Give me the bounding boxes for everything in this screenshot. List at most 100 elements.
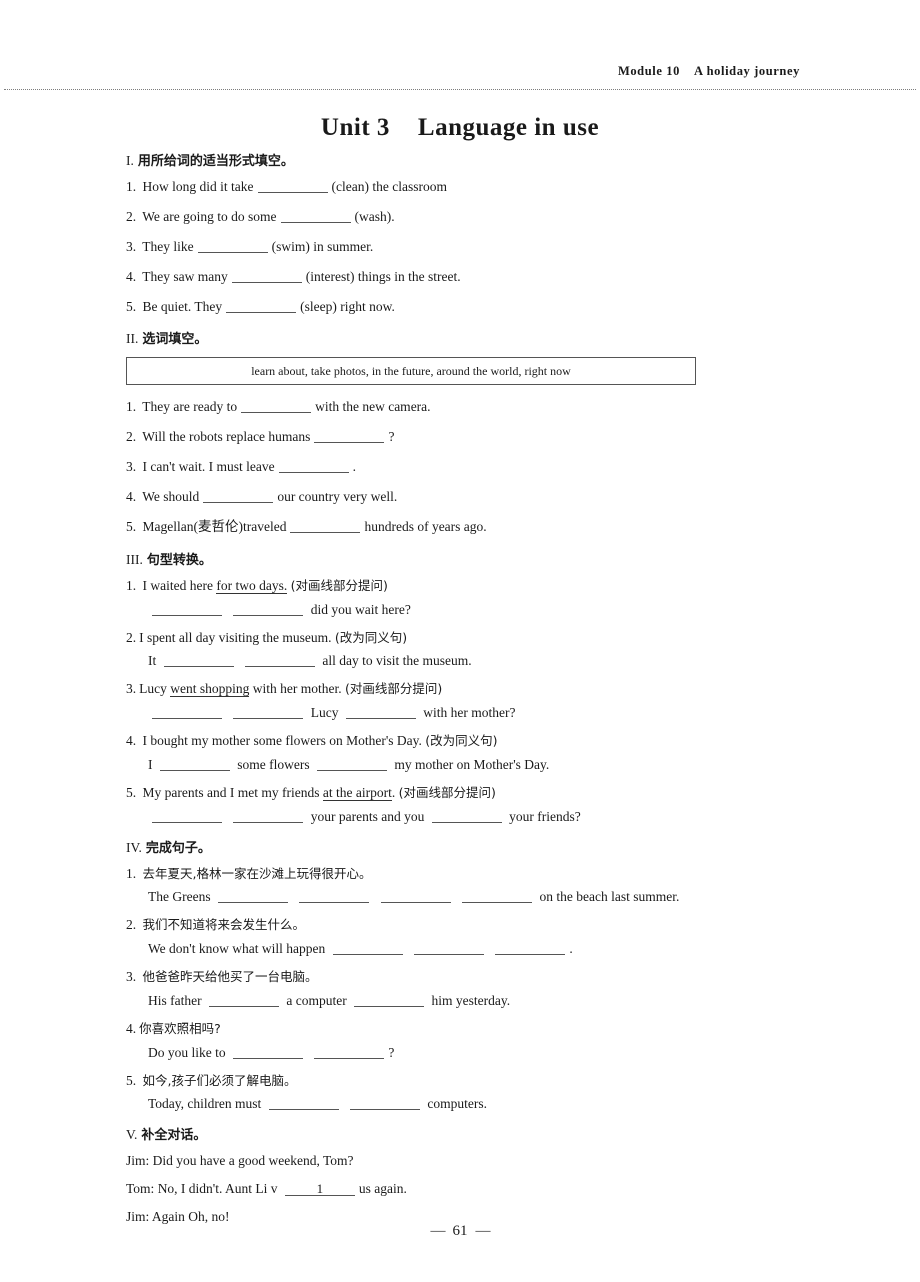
blank-field[interactable] xyxy=(354,993,425,1007)
item-number: 1. xyxy=(126,399,137,415)
item-text-pre: We should xyxy=(142,489,200,504)
section-heading-1: I. 用所给词的适当形式填空。 xyxy=(126,150,826,169)
question-item: 3. 他爸爸昨天给他买了一台电脑。 xyxy=(126,969,826,986)
answer-line: We don't know what will happen . xyxy=(148,941,826,958)
blank-field[interactable] xyxy=(233,602,304,616)
blank-field[interactable] xyxy=(278,459,349,474)
item-number: 1. xyxy=(126,577,137,593)
item-note: (对画线部分提问) xyxy=(398,784,496,800)
blank-field[interactable] xyxy=(332,941,403,956)
dialogue-speaker: Tom: xyxy=(126,1181,155,1197)
item-text-post: . xyxy=(352,459,357,475)
section-label-5: 补全对话。 xyxy=(141,1128,207,1144)
question-item: 1. I waited here for two days. (对画线部分提问) xyxy=(126,577,826,595)
dialogue-text: Did you have a good weekend, Tom? xyxy=(152,1153,354,1169)
blank-field[interactable] xyxy=(197,239,268,253)
blank-field[interactable] xyxy=(233,809,304,823)
item-number: 5. xyxy=(126,298,137,314)
answer-text-post: him yesterday. xyxy=(431,992,511,1008)
section-numeral-1: I. xyxy=(126,153,134,168)
answer-line: Do you like to ? xyxy=(148,1045,826,1062)
unit-number: Unit 3 xyxy=(320,114,390,141)
blank-field[interactable] xyxy=(268,1097,339,1111)
question-item: 1. 去年夏天,格林一家在沙滩上玩得很开心。 xyxy=(126,866,826,883)
blank-field[interactable] xyxy=(163,654,234,668)
page-folio: — 61 — xyxy=(0,1223,920,1240)
answer-line: Lucy with her mother? xyxy=(148,705,826,722)
section-heading-2: II. 选词填空。 xyxy=(126,328,826,347)
blank-field[interactable] xyxy=(233,1045,303,1059)
blank-field[interactable] xyxy=(203,489,274,503)
blank-field[interactable] xyxy=(314,1045,385,1059)
blank-field[interactable] xyxy=(226,299,297,313)
folio-page-number: 61 xyxy=(452,1223,468,1239)
section-numeral-2: II. xyxy=(126,331,139,347)
section-label-1: 用所给词的适当形式填空。 xyxy=(137,154,294,169)
blank-field[interactable] xyxy=(233,705,304,720)
blank-field[interactable] xyxy=(257,179,328,193)
blank-field[interactable] xyxy=(345,705,416,720)
answer-text-mid: your parents and you xyxy=(310,808,425,824)
question-item: 2. I spent all day visiting the museum. (… xyxy=(126,630,826,647)
answer-text-mid: some flowers xyxy=(237,756,310,772)
blank-field[interactable] xyxy=(159,757,230,771)
dialogue-text-pre: No, I didn't. Aunt Li v xyxy=(157,1181,278,1197)
folio-dash-left: — xyxy=(430,1223,446,1239)
section-label-4: 完成句子。 xyxy=(145,840,211,856)
item-note: (改为同义句) xyxy=(425,733,498,748)
blank-field[interactable] xyxy=(208,993,279,1007)
answer-line: did you wait here? xyxy=(148,602,826,619)
dialogue-text: Again Oh, no! xyxy=(151,1209,230,1225)
answer-text-post: with her mother? xyxy=(423,705,516,721)
question-item: 4. We should our country very well. xyxy=(126,489,826,506)
section-heading-3: III. 句型转换。 xyxy=(126,549,826,568)
section-numeral-5: V. xyxy=(126,1127,138,1143)
blank-field[interactable] xyxy=(290,519,361,533)
blank-field[interactable] xyxy=(152,705,222,720)
blank-field-numbered[interactable]: 1 xyxy=(284,1182,355,1197)
blank-field[interactable] xyxy=(350,1097,421,1111)
question-item: 2. We are going to do some (wash). xyxy=(126,209,826,226)
question-item: 4. 你喜欢照相吗? xyxy=(126,1021,826,1038)
question-item: 4. I bought my mother some flowers on Mo… xyxy=(126,733,826,750)
item-number: 4. xyxy=(126,268,137,284)
item-text-post: (sleep) right now. xyxy=(300,298,395,314)
blank-field[interactable] xyxy=(241,400,312,414)
item-text-pre: I bought my mother some flowers on Mothe… xyxy=(142,733,422,748)
blank-field[interactable] xyxy=(231,269,302,283)
section-label-2: 选词填空。 xyxy=(142,332,208,348)
question-item: 2. Will the robots replace humans? xyxy=(126,429,826,446)
answer-text-post: computers. xyxy=(427,1096,488,1112)
question-item: 5. 如今,孩子们必须了解电脑。 xyxy=(126,1073,826,1090)
blank-field[interactable] xyxy=(413,941,484,956)
unit-title: Language in use xyxy=(417,114,600,141)
blank-field[interactable] xyxy=(431,809,502,823)
answer-line: His father a computer him yesterday. xyxy=(148,993,826,1010)
blank-field[interactable] xyxy=(245,654,315,668)
blank-field[interactable] xyxy=(314,429,385,444)
item-text-pre: Will the robots replace humans xyxy=(142,429,311,445)
blank-field[interactable] xyxy=(299,890,370,904)
blank-field[interactable] xyxy=(462,890,533,904)
folio-dash-right: — xyxy=(475,1223,491,1239)
item-text-tail: . xyxy=(391,784,396,800)
blank-field[interactable] xyxy=(380,890,451,904)
section-heading-5: V. 补全对话。 xyxy=(126,1124,826,1143)
item-text-pre: Be quiet. They xyxy=(142,298,223,314)
blank-field[interactable] xyxy=(217,890,288,904)
item-number: 5. xyxy=(126,1072,137,1088)
question-item: 5. Magellan(麦哲伦)traveled hundreds of year… xyxy=(126,519,826,536)
answer-text-post: on the beach last summer. xyxy=(539,889,680,905)
blank-field[interactable] xyxy=(280,209,351,223)
answer-text-pre: It xyxy=(148,653,157,669)
item-number: 2. xyxy=(126,917,137,933)
blank-field[interactable] xyxy=(316,757,387,771)
blank-field[interactable] xyxy=(495,941,566,956)
item-text-pre: They saw many xyxy=(142,268,228,284)
dialogue-speaker: Jim: xyxy=(126,1153,150,1169)
item-text-pre: We are going to do some xyxy=(142,208,277,224)
section-heading-4: IV. 完成句子。 xyxy=(126,837,826,856)
blank-field[interactable] xyxy=(152,809,222,823)
section-numeral-3: III. xyxy=(126,551,143,567)
blank-field[interactable] xyxy=(152,602,222,616)
